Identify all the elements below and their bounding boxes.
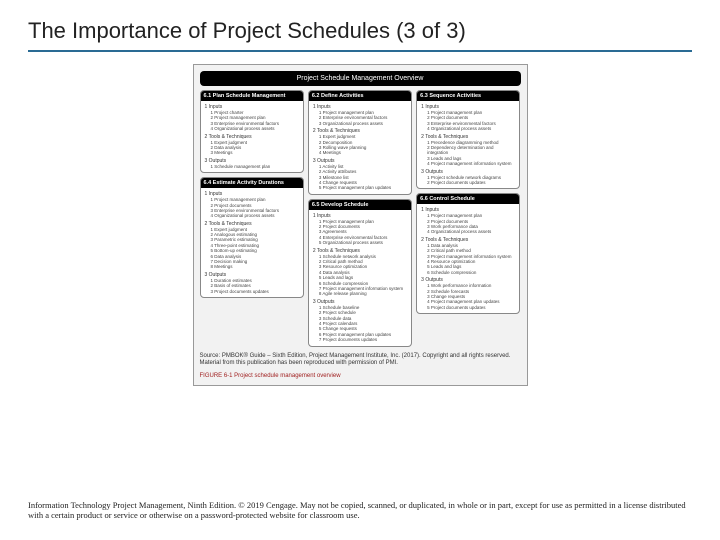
slide-title: The Importance of Project Schedules (3 o… (28, 18, 692, 52)
section-title: 2 Tools & Techniques (421, 134, 468, 140)
item-list: 1 Expert judgment 2 Decomposition 3 Roll… (319, 134, 407, 156)
figure-columns: 6.1 Plan Schedule Management 1 Inputs 1 … (200, 90, 521, 347)
list-item: 4 Meetings (319, 150, 407, 155)
figure-title: Project Schedule Management Overview (200, 71, 521, 86)
list-item: 1 Schedule management plan (211, 164, 299, 169)
item-list: 1 Schedule baseline 2 Project schedule 3… (319, 305, 407, 343)
list-item: 6 Schedule compression (427, 270, 515, 275)
item-list: 1 Precedence diagramming method 2 Depend… (427, 140, 515, 167)
box-head: 6.6 Control Schedule (417, 194, 519, 204)
item-list: 1 Project management plan 2 Project docu… (427, 213, 515, 235)
slide-footer: Information Technology Project Managemen… (28, 500, 692, 520)
list-item: 8 Agile release planning (319, 291, 407, 296)
box-6-5: 6.5 Develop Schedule 1 Inputs 1 Project … (308, 199, 412, 347)
item-list: 1 Project management plan 2 Enterprise e… (319, 110, 407, 126)
item-list: 1 Schedule management plan (211, 164, 299, 169)
item-list: 1 Expert judgment 2 Data analysis 3 Meet… (211, 140, 299, 156)
item-list: 1 Project management plan 2 Project docu… (211, 197, 299, 219)
slide: The Importance of Project Schedules (3 o… (0, 0, 720, 540)
list-item: 5 Project management plan updates (319, 185, 407, 190)
column-3: 6.3 Sequence Activities 1 Inputs 1 Proje… (416, 90, 520, 347)
figure-source: Source: PMBOK® Guide – Sixth Edition, Pr… (200, 353, 521, 367)
item-list: 1 Project management plan 2 Project docu… (427, 110, 515, 132)
section-title: 2 Tools & Techniques (205, 221, 252, 227)
box-6-2: 6.2 Define Activities 1 Inputs 1 Project… (308, 90, 412, 195)
box-head: 6.3 Sequence Activities (417, 91, 519, 101)
section-title: 3 Outputs (205, 158, 227, 164)
item-list: 1 Expert judgment 2 Analogous estimating… (211, 227, 299, 270)
box-head: 6.2 Define Activities (309, 91, 411, 101)
section-title: 1 Inputs (313, 213, 331, 219)
section-title: 3 Outputs (313, 299, 335, 305)
list-item: 4 Organizational process assets (427, 229, 515, 234)
box-6-4: 6.4 Estimate Activity Durations 1 Inputs… (200, 177, 304, 298)
list-item: 3 Organizational process assets (319, 121, 407, 126)
box-6-1: 6.1 Plan Schedule Management 1 Inputs 1 … (200, 90, 304, 173)
item-list: 1 Schedule network analysis 2 Critical p… (319, 254, 407, 297)
section-title: 2 Tools & Techniques (205, 134, 252, 140)
section-title: 2 Tools & Techniques (313, 248, 360, 254)
box-6-3: 6.3 Sequence Activities 1 Inputs 1 Proje… (416, 90, 520, 189)
list-item: 4 Organizational process assets (211, 213, 299, 218)
list-item: 4 Organizational process assets (427, 126, 515, 131)
figure-caption: FIGURE 6-1 Project schedule management o… (200, 373, 521, 379)
list-item: 4 Project management information system (427, 161, 515, 166)
figure-wrap: Project Schedule Management Overview 6.1… (28, 64, 692, 386)
item-list: 1 Work performance information 2 Schedul… (427, 283, 515, 310)
box-head: 6.5 Develop Schedule (309, 200, 411, 210)
item-list: 1 Duration estimates 2 Basis of estimate… (211, 278, 299, 294)
list-item: 8 Meetings (211, 264, 299, 269)
list-item: 2 Project documents updates (427, 180, 515, 185)
item-list: 1 Project charter 2 Project management p… (211, 110, 299, 132)
box-head: 6.4 Estimate Activity Durations (201, 178, 303, 188)
column-1: 6.1 Plan Schedule Management 1 Inputs 1 … (200, 90, 304, 347)
item-list: 1 Data analysis 2 Critical path method 3… (427, 243, 515, 275)
box-6-6: 6.6 Control Schedule 1 Inputs 1 Project … (416, 193, 520, 314)
list-item: 7 Project documents updates (319, 337, 407, 342)
section-title: 3 Outputs (205, 272, 227, 278)
list-item: 3 Meetings (211, 150, 299, 155)
column-2: 6.2 Define Activities 1 Inputs 1 Project… (308, 90, 412, 347)
list-item: 4 Organizational process assets (211, 126, 299, 131)
list-item: 5 Project documents updates (427, 305, 515, 310)
section-title: 3 Outputs (421, 169, 443, 175)
item-list: 1 Activity list 2 Activity attributes 3 … (319, 164, 407, 191)
section-title: 3 Outputs (313, 158, 335, 164)
list-item: 5 Organizational process assets (319, 240, 407, 245)
item-list: 1 Project schedule network diagrams 2 Pr… (427, 175, 515, 186)
list-item: 3 Project documents updates (211, 289, 299, 294)
section-title: 2 Tools & Techniques (421, 237, 468, 243)
item-list: 1 Project management plan 2 Project docu… (319, 219, 407, 246)
figure: Project Schedule Management Overview 6.1… (193, 64, 528, 386)
box-head: 6.1 Plan Schedule Management (201, 91, 303, 101)
list-item: 2 Dependency determination and integrati… (427, 145, 515, 156)
